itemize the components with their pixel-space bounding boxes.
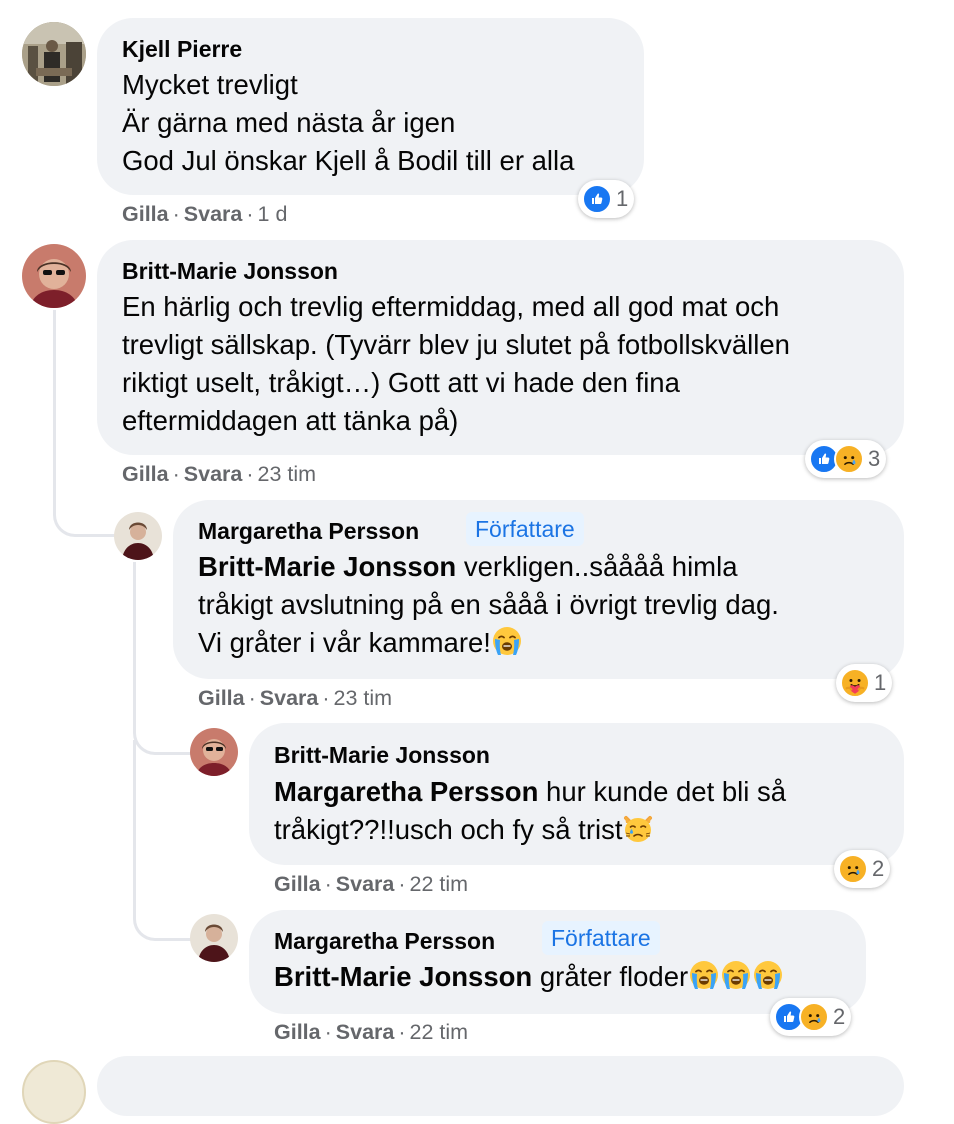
reply-action-link[interactable]: Svara [260, 686, 319, 710]
comment-bubble: Kjell Pierre Mycket trevligt Är gärna me… [97, 18, 644, 195]
comment-actions: Gilla · Svara · 23 tim [198, 686, 393, 710]
reaction-summary[interactable]: 3 [805, 440, 887, 478]
like-action-link[interactable]: Gilla [198, 686, 245, 710]
comment-actions: Gilla · Svara · 23 tim [122, 462, 317, 486]
comment-timestamp[interactable]: 22 tim [410, 1020, 469, 1044]
loudly-crying-face-emoji [491, 625, 523, 657]
sad-reaction-icon [799, 1002, 829, 1032]
comment-text: Britt-Marie Jonsson verkligen..såååå him… [198, 548, 779, 662]
mention-link[interactable]: Britt-Marie Jonsson [274, 961, 532, 992]
comment-timestamp[interactable]: 1 d [258, 202, 288, 226]
like-action-link[interactable]: Gilla [274, 1020, 321, 1044]
comment-timestamp[interactable]: 23 tim [258, 462, 317, 486]
comment-text-segment: hur kunde det bli så [546, 776, 787, 807]
thread-line [133, 740, 192, 941]
comment-timestamp[interactable]: 23 tim [334, 686, 393, 710]
comment-text-line: riktigt uselt, tråkigt…) Gott att vi had… [122, 367, 680, 398]
comment-bubble [97, 1056, 904, 1116]
like-action-link[interactable]: Gilla [122, 202, 169, 226]
reply-action-link[interactable]: Svara [184, 462, 243, 486]
sad-reaction-icon [838, 854, 868, 884]
reaction-count: 1 [616, 186, 629, 211]
comment-text-line: eftermiddagen att tänka på) [122, 405, 459, 436]
comment-author[interactable]: Britt-Marie Jonsson [274, 741, 490, 769]
comment-text-segment: gråter floder [539, 961, 689, 992]
reply-action-link[interactable]: Svara [336, 1020, 395, 1044]
reply-bubble: Britt-Marie Jonsson Margaretha Persson h… [249, 723, 904, 865]
avatar[interactable] [22, 22, 86, 86]
sad-reaction-icon [834, 444, 864, 474]
mention-link[interactable]: Britt-Marie Jonsson [198, 551, 456, 582]
reaction-summary[interactable]: 2 [834, 850, 891, 888]
reply-action-link[interactable]: Svara [184, 202, 243, 226]
crying-cat-face-emoji [622, 812, 654, 844]
avatar-photo [22, 22, 86, 86]
author-badge: Författare [542, 921, 660, 955]
comment-text: Mycket trevligt Är gärna med nästa år ig… [122, 66, 574, 180]
avatar-photo [114, 512, 162, 560]
comment-author[interactable]: Britt-Marie Jonsson [122, 257, 338, 285]
comment-text: Britt-Marie Jonsson gråter floder [274, 958, 784, 996]
comment-text-line: trevligt sällskap. (Tyvärr blev ju slute… [122, 329, 790, 360]
comment-text: En härlig och trevlig eftermiddag, med a… [122, 288, 790, 440]
avatar[interactable] [22, 244, 86, 308]
loudly-crying-face-emoji [752, 959, 784, 991]
reaction-count: 2 [833, 1004, 846, 1029]
avatar[interactable] [190, 728, 238, 776]
cut-off-text [270, 0, 470, 2]
reaction-count: 3 [868, 446, 881, 471]
author-badge: Författare [466, 512, 584, 546]
comment-author[interactable]: Kjell Pierre [122, 35, 242, 63]
reaction-count: 2 [872, 856, 885, 881]
reaction-count: 1 [874, 670, 887, 695]
like-reaction-icon [582, 184, 612, 214]
comment-text-segment: verkligen..såååå himla [463, 551, 738, 582]
loudly-crying-face-emoji [720, 959, 752, 991]
comment-text-line: God Jul önskar Kjell å Bodil till er all… [122, 145, 575, 176]
comment-actions: Gilla · Svara · 22 tim [274, 872, 469, 896]
comment-author[interactable]: Margaretha Persson [198, 517, 419, 545]
reply-action-link[interactable]: Svara [336, 872, 395, 896]
comment-text-line: En härlig och trevlig eftermiddag, med a… [122, 291, 780, 322]
comment-author[interactable]: Margaretha Persson [274, 927, 495, 955]
reply-bubble: Margaretha Persson Författare Britt-Mari… [173, 500, 904, 679]
like-action-link[interactable]: Gilla [122, 462, 169, 486]
avatar[interactable] [190, 914, 238, 962]
reaction-summary[interactable]: 2 [770, 998, 852, 1036]
avatar-photo [22, 244, 86, 308]
reaction-summary[interactable]: 1 [578, 180, 635, 218]
comment-timestamp[interactable]: 22 tim [410, 872, 469, 896]
avatar-photo [190, 728, 238, 776]
comment-text-line: tråkigt avslutning på en sååå i övrigt t… [198, 589, 779, 620]
like-action-link[interactable]: Gilla [274, 872, 321, 896]
reaction-summary[interactable]: 1 [836, 664, 893, 702]
comment-text-line: Mycket trevligt [122, 69, 298, 100]
comment-text: Margaretha Persson hur kunde det bli så … [274, 773, 786, 849]
avatar[interactable] [114, 512, 162, 560]
comment-actions: Gilla · Svara · 22 tim [274, 1020, 469, 1044]
mention-link[interactable]: Margaretha Persson [274, 776, 538, 807]
comment-actions: Gilla · Svara · 1 d [122, 202, 288, 226]
reply-bubble: Margaretha Persson Författare Britt-Mari… [249, 910, 866, 1014]
comment-bubble: Britt-Marie Jonsson En härlig och trevli… [97, 240, 904, 455]
care-reaction-icon [840, 668, 870, 698]
loudly-crying-face-emoji [688, 959, 720, 991]
comment-text-line: Är gärna med nästa år igen [122, 107, 456, 138]
avatar-photo [190, 914, 238, 962]
comment-text-segment: Vi gråter i vår kammare! [198, 627, 491, 658]
comment-text-segment: tråkigt??!!usch och fy så trist [274, 814, 623, 845]
